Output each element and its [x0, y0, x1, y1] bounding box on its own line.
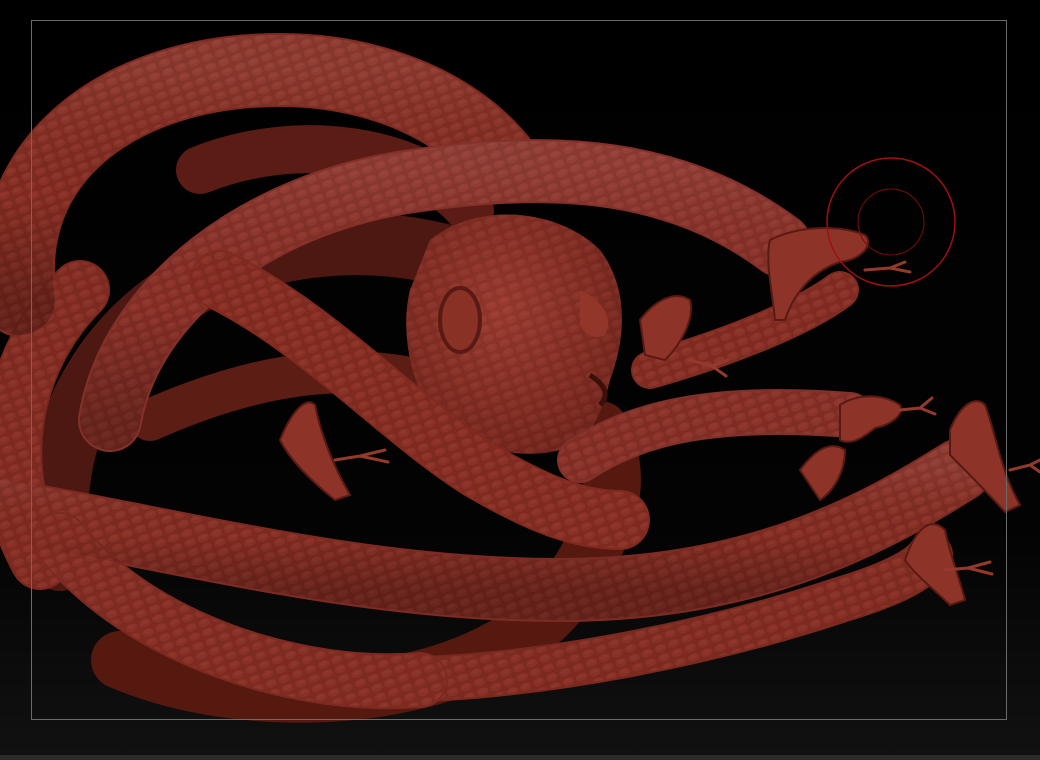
ear — [438, 286, 482, 354]
snake-head-left — [278, 401, 352, 502]
brush-inner-ring — [857, 188, 925, 256]
snake-head-right-1 — [839, 395, 902, 443]
snake-head-lower-mid — [798, 445, 847, 502]
sculpt-canvas[interactable] — [0, 0, 1040, 755]
sculpt-viewport[interactable] — [0, 0, 1040, 755]
bottom-shelf — [0, 755, 1040, 760]
